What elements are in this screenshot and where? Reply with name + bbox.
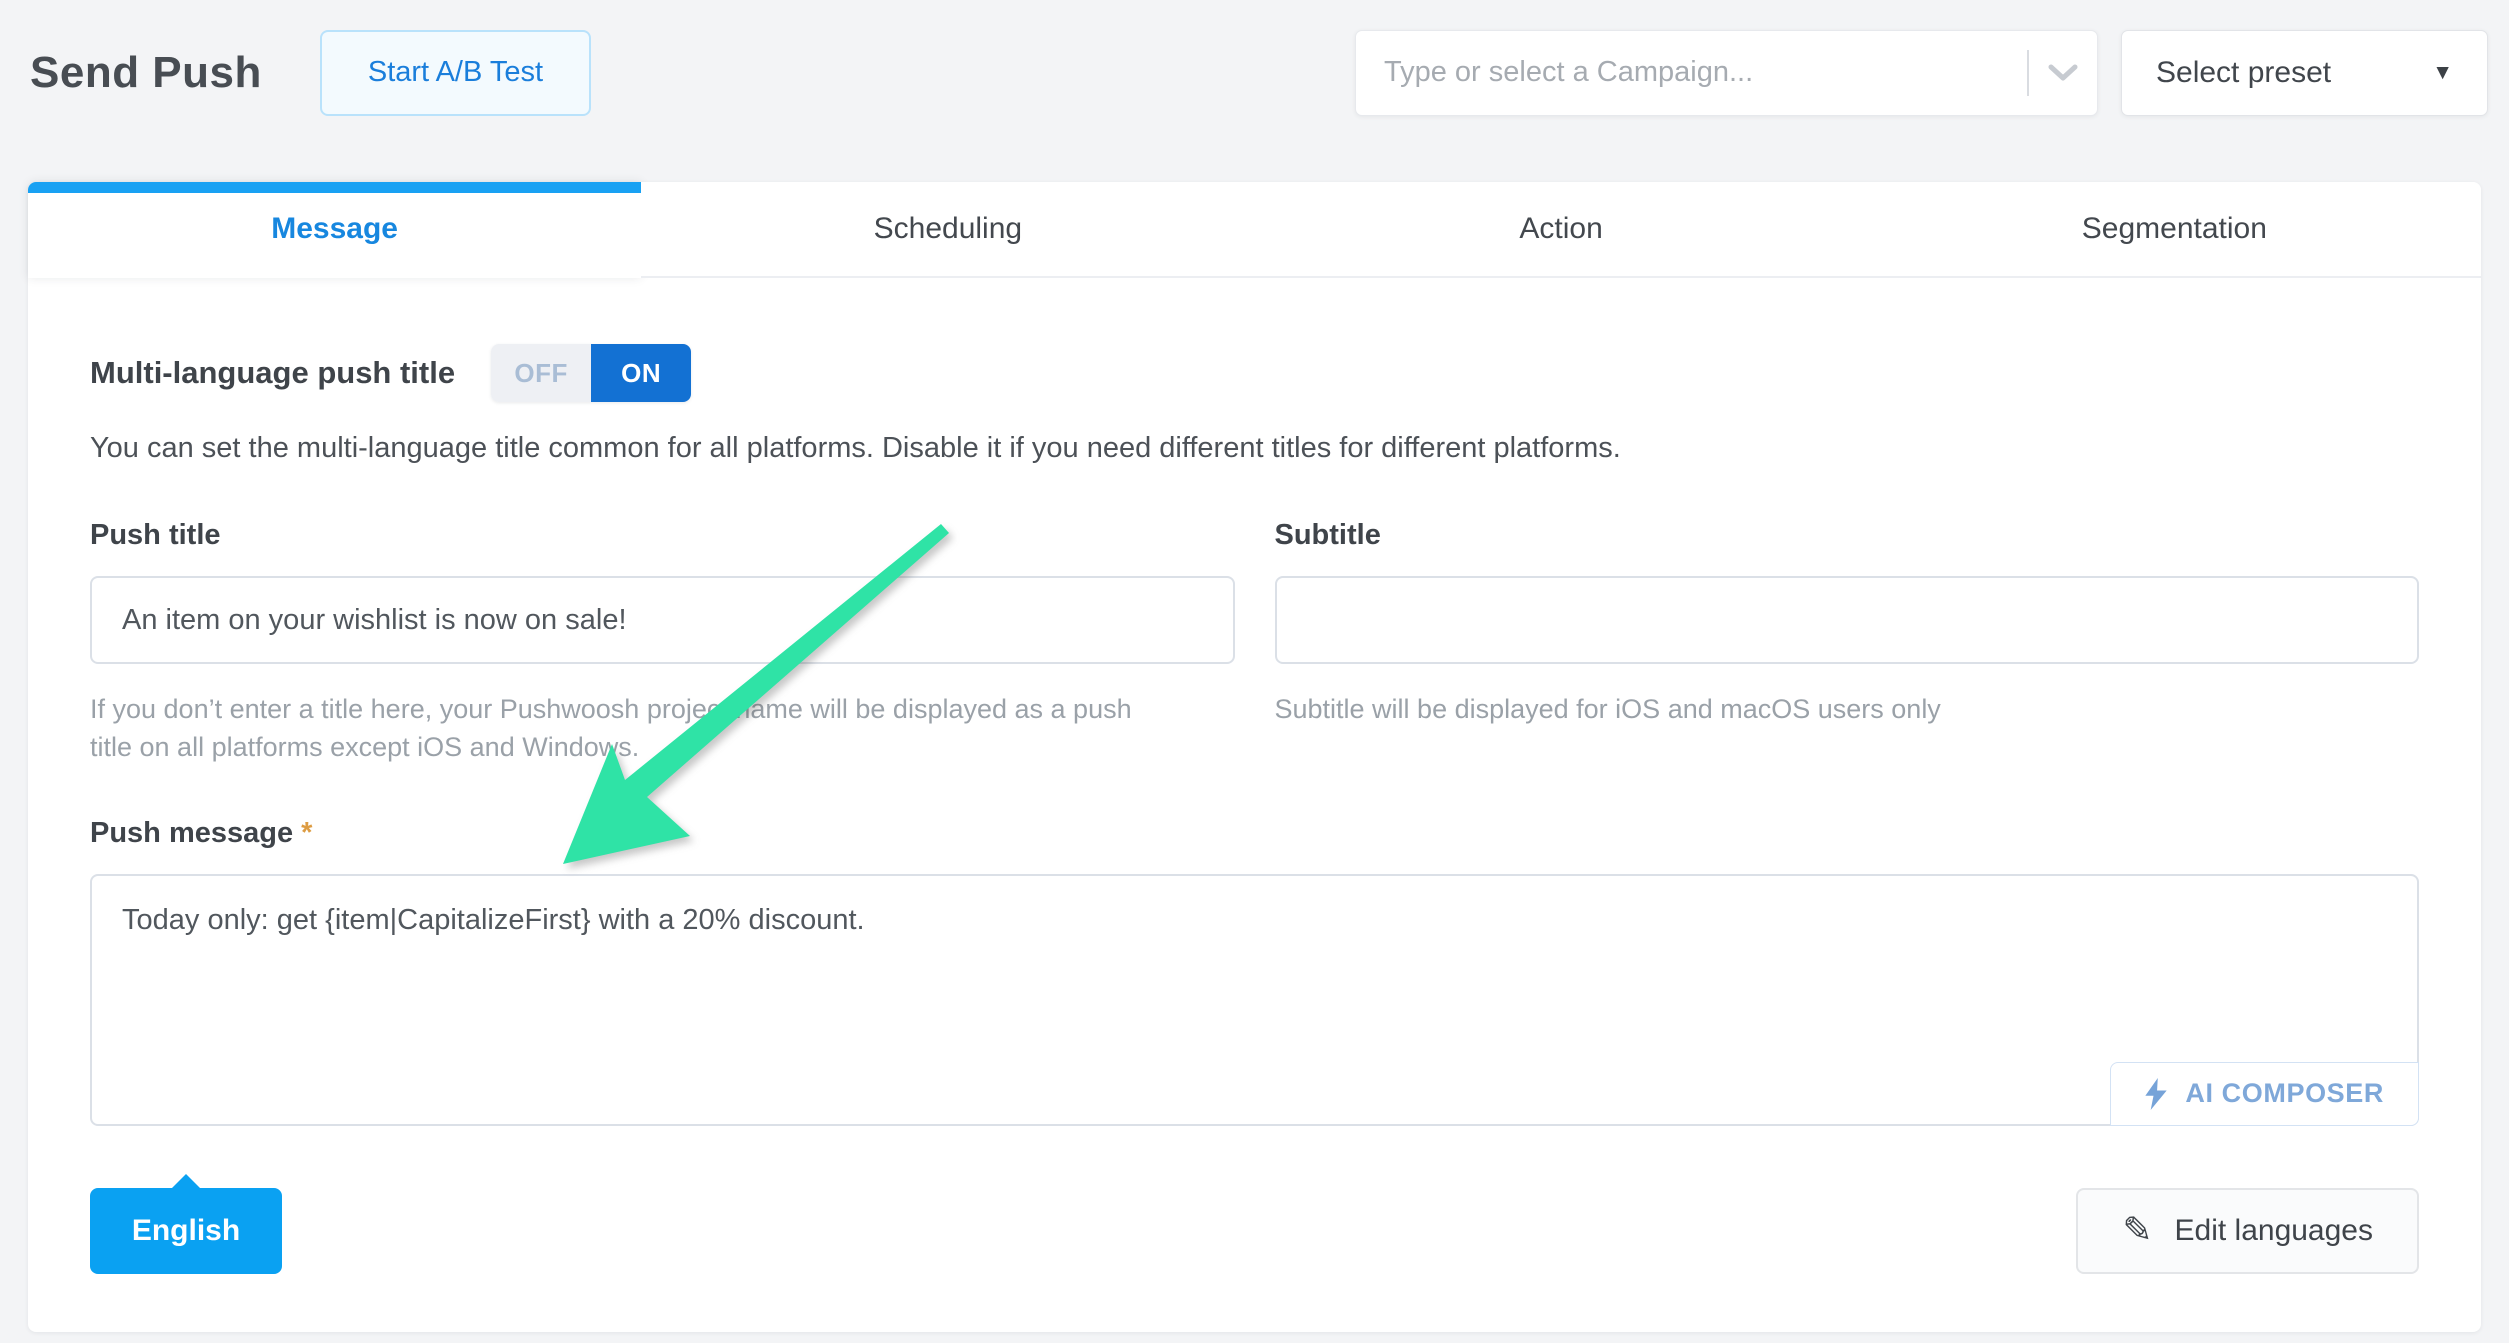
push-title-input[interactable] xyxy=(90,576,1235,664)
push-title-field: Push title If you don’t enter a title he… xyxy=(90,519,1235,767)
lightning-icon xyxy=(2145,1078,2167,1110)
push-message-label: Push message * xyxy=(90,817,2419,850)
header-controls: Select preset ▼ xyxy=(1355,30,2488,116)
subtitle-field: Subtitle Subtitle will be displayed for … xyxy=(1275,519,2420,767)
push-message-label-text: Push message xyxy=(90,817,293,849)
message-tab-panel: Multi-language push title OFF ON You can… xyxy=(28,278,2481,1332)
edit-languages-label: Edit languages xyxy=(2175,1214,2374,1248)
language-tab-english[interactable]: English xyxy=(90,1188,282,1274)
multi-language-description: You can set the multi-language title com… xyxy=(90,432,2419,465)
subtitle-label: Subtitle xyxy=(1275,519,2420,552)
pencil-icon: ✎ xyxy=(2122,1210,2152,1251)
subtitle-input[interactable] xyxy=(1275,576,2420,664)
push-title-helper: If you don’t enter a title here, your Pu… xyxy=(90,690,1180,767)
tab-message[interactable]: Message xyxy=(28,182,641,278)
toggle-off-segment[interactable]: OFF xyxy=(491,344,591,402)
ai-composer-button[interactable]: AI COMPOSER xyxy=(2110,1062,2419,1126)
multi-language-toggle[interactable]: OFF ON xyxy=(491,344,691,402)
push-message-textarea[interactable] xyxy=(90,874,2419,1126)
send-push-card: Message Scheduling Action Segmentation M… xyxy=(28,182,2481,1332)
tab-action[interactable]: Action xyxy=(1255,182,1868,278)
multi-language-label: Multi-language push title xyxy=(90,355,455,391)
triangle-down-icon: ▼ xyxy=(2432,61,2453,85)
start-ab-test-button[interactable]: Start A/B Test xyxy=(320,30,591,116)
tab-segmentation[interactable]: Segmentation xyxy=(1868,182,2481,278)
preset-select-label: Select preset xyxy=(2156,56,2331,90)
campaign-input[interactable] xyxy=(1356,31,2027,115)
chevron-down-icon[interactable] xyxy=(2029,64,2097,82)
edit-languages-button[interactable]: ✎ Edit languages xyxy=(2076,1188,2419,1274)
ai-composer-label: AI COMPOSER xyxy=(2185,1078,2384,1109)
tab-bar: Message Scheduling Action Segmentation xyxy=(28,182,2481,278)
toggle-on-segment[interactable]: ON xyxy=(591,344,691,402)
tab-scheduling[interactable]: Scheduling xyxy=(641,182,1254,278)
page-header: Send Push Start A/B Test Select preset ▼ xyxy=(0,0,2509,115)
page-title: Send Push xyxy=(30,48,262,98)
campaign-select-box xyxy=(1355,30,2098,116)
subtitle-helper: Subtitle will be displayed for iOS and m… xyxy=(1275,690,2365,728)
required-asterisk: * xyxy=(301,817,312,849)
preset-select[interactable]: Select preset ▼ xyxy=(2121,30,2488,116)
push-message-field: Push message * AI COMPOSER xyxy=(90,817,2419,1126)
push-title-label: Push title xyxy=(90,519,1235,552)
